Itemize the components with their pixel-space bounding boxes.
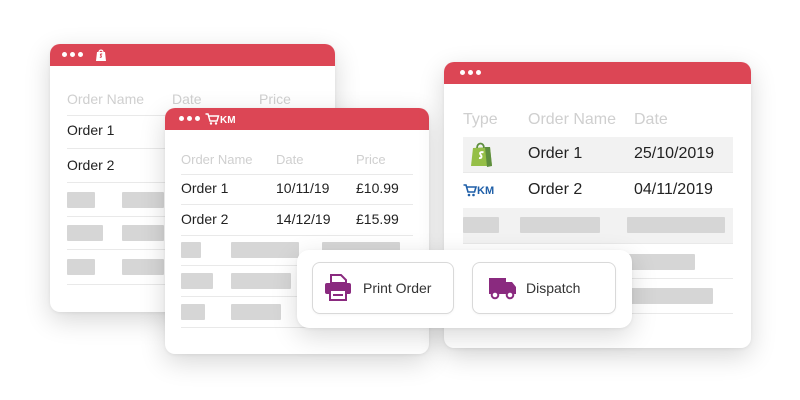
column-header-date: Date xyxy=(172,91,202,107)
column-header-price: Price xyxy=(259,91,291,107)
window-dots[interactable] xyxy=(179,116,200,121)
placeholder-bar xyxy=(181,304,205,320)
placeholder-bar xyxy=(122,225,164,241)
placeholder-bar xyxy=(231,304,281,320)
svg-text:KM: KM xyxy=(477,185,494,197)
placeholder-bar xyxy=(463,217,499,233)
column-header-order-name: Order Name xyxy=(528,111,617,128)
order-date-cell: 04/11/2019 xyxy=(634,181,713,198)
column-header-price: Price xyxy=(356,152,386,167)
order-date-cell: 25/10/2019 xyxy=(634,145,715,162)
window-titlebar: KM xyxy=(165,108,429,130)
placeholder-bar xyxy=(627,288,713,304)
window-dots[interactable] xyxy=(62,52,83,57)
row-separator xyxy=(181,235,413,236)
order-name-cell[interactable]: Order 1 xyxy=(528,145,582,163)
window-titlebar xyxy=(444,62,751,84)
placeholder-bar xyxy=(122,259,164,275)
order-actions-popup: Print Order Dispatch xyxy=(297,250,632,328)
order-price-cell: £10.99 xyxy=(356,180,399,196)
placeholder-bar xyxy=(67,225,103,241)
column-header-date: Date xyxy=(276,152,304,167)
row-separator xyxy=(181,174,413,175)
order-name-cell[interactable]: Order 2 xyxy=(67,157,114,173)
window-dots[interactable] xyxy=(460,70,481,75)
printer-icon xyxy=(325,274,351,301)
shopify-bag-icon xyxy=(96,49,106,61)
dispatch-label: Dispatch xyxy=(526,280,581,296)
placeholder-bar xyxy=(67,259,95,275)
svg-text:KM: KM xyxy=(220,115,236,126)
order-name-cell[interactable]: Order 1 xyxy=(181,180,228,196)
order-date-cell: 10/11/19 xyxy=(276,180,330,196)
dispatch-button[interactable]: Dispatch xyxy=(472,262,616,314)
order-name-cell[interactable]: Order 1 xyxy=(67,122,114,138)
placeholder-bar xyxy=(231,273,291,289)
row-separator xyxy=(181,204,413,205)
placeholder-bar xyxy=(627,254,695,270)
shopify-bag-icon xyxy=(471,142,492,167)
placeholder-bar xyxy=(181,242,201,258)
placeholder-bar xyxy=(67,192,95,208)
print-order-label: Print Order xyxy=(363,280,432,296)
row-separator xyxy=(463,172,733,173)
column-header-type: Type xyxy=(463,111,498,128)
truck-icon xyxy=(489,278,516,300)
row-separator xyxy=(463,243,733,244)
column-header-order-name: Order Name xyxy=(67,91,145,107)
window-titlebar xyxy=(50,44,335,66)
order-name-cell[interactable]: Order 2 xyxy=(528,181,582,199)
column-header-date: Date xyxy=(634,111,668,128)
ekm-cart-icon: KM xyxy=(463,184,494,197)
order-price-cell: £15.99 xyxy=(356,211,399,227)
placeholder-bar xyxy=(520,217,600,233)
order-name-cell[interactable]: Order 2 xyxy=(181,211,228,227)
column-header-order-name: Order Name xyxy=(181,152,253,167)
ekm-cart-icon: KM xyxy=(205,113,236,126)
order-date-cell: 14/12/19 xyxy=(276,211,331,227)
print-order-button[interactable]: Print Order xyxy=(312,262,454,314)
placeholder-bar xyxy=(181,273,213,289)
placeholder-bar xyxy=(231,242,299,258)
placeholder-bar xyxy=(627,217,725,233)
placeholder-bar xyxy=(122,192,164,208)
